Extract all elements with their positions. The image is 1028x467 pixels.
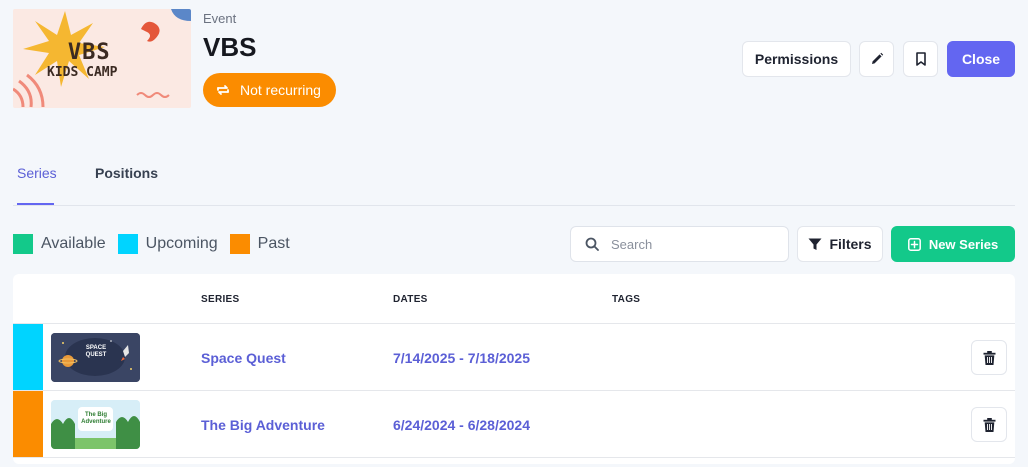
table-row[interactable]: SPACE QUEST Space Quest 7/14/2025 - 7/18… [13,324,1015,391]
series-thumbnail: The Big Adventure [51,400,140,449]
legend-label: Upcoming [145,235,218,252]
tab-positions[interactable]: Positions [95,165,158,181]
legend-item-upcoming: Upcoming [117,234,218,254]
upcoming-swatch [117,234,138,254]
filter-icon [808,238,822,250]
series-thumbnail: SPACE QUEST [51,333,140,382]
plus-square-icon [907,237,921,251]
recurring-badge[interactable]: Not recurring [203,73,336,107]
bookmark-button[interactable] [903,41,938,77]
trash-icon [983,417,995,432]
close-button[interactable]: Close [947,41,1015,77]
filters-button[interactable]: Filters [797,226,883,262]
table-row[interactable]: The Big Adventure The Big Adventure 6/24… [13,391,1015,458]
column-header-tags[interactable]: TAGS [612,294,640,305]
tab-series[interactable]: Series [17,165,57,181]
search-icon [585,237,599,251]
delete-button[interactable] [971,340,1007,375]
status-indicator-upcoming [13,324,43,390]
column-header-dates[interactable]: DATES [393,294,428,305]
repeat-icon [217,85,229,95]
series-table: SERIES DATES TAGS SPACE QUEST Space Ques… [13,274,1015,464]
active-tab-indicator [17,203,54,205]
search-input[interactable] [611,236,771,252]
delete-button[interactable] [971,407,1007,442]
status-legend: Available Upcoming Past [13,234,302,254]
pencil-icon [871,52,883,64]
series-dates-link[interactable]: 7/14/2025 - 7/18/2025 [393,350,530,366]
available-swatch [13,234,33,254]
trash-icon [983,350,995,365]
legend-item-available: Available [13,234,106,254]
new-series-button[interactable]: New Series [891,226,1015,262]
thumbnail-caption: The Big Adventure [81,412,111,425]
column-header-series[interactable]: SERIES [201,294,239,305]
event-type-label: Event [203,11,237,26]
tabs-divider [13,205,1015,206]
legend-label: Past [257,235,290,252]
page-title: VBS [203,32,257,62]
recurring-label: Not recurring [240,82,321,98]
past-swatch [229,234,250,254]
legend-item-past: Past [229,234,290,254]
series-name-link[interactable]: The Big Adventure [201,417,325,433]
event-banner-image: VBS KIDS CAMP [13,9,191,108]
new-series-label: New Series [928,236,999,252]
series-dates-link[interactable]: 6/24/2024 - 6/28/2024 [393,417,530,433]
status-indicator-past [13,391,43,457]
thumbnail-caption: SPACE QUEST [85,345,107,358]
legend-label: Available [41,235,106,252]
banner-title: VBS [67,40,111,65]
series-name-link[interactable]: Space Quest [201,350,286,366]
permissions-button[interactable]: Permissions [742,41,851,77]
banner-subtitle: KIDS CAMP [47,65,118,81]
edit-button[interactable] [859,41,894,77]
filters-label: Filters [829,236,872,252]
search-box[interactable] [570,226,789,262]
bookmark-icon [915,52,926,66]
